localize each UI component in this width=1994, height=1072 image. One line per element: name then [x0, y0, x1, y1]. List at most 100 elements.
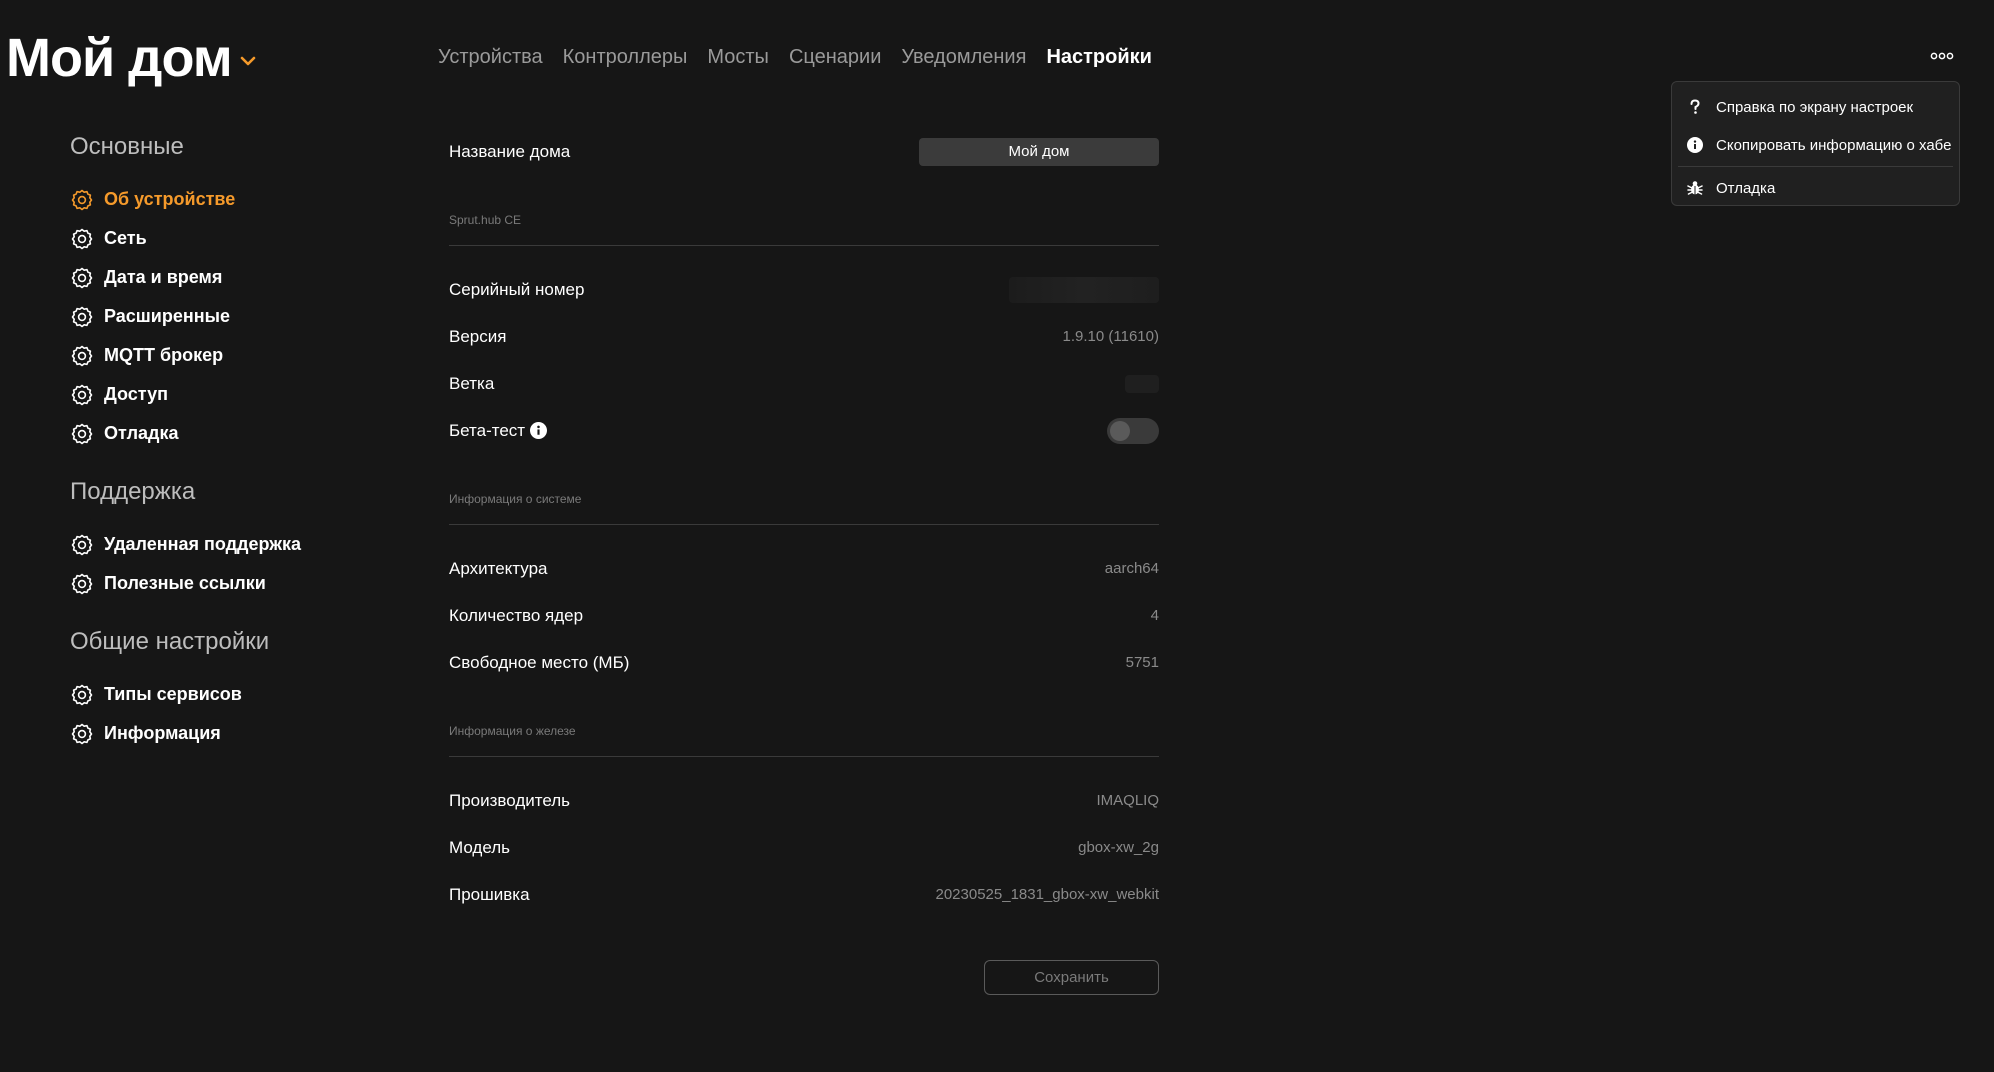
divider [449, 245, 1159, 246]
more-dots-icon [1930, 52, 1954, 60]
tab-controllers[interactable]: Контроллеры [563, 46, 688, 69]
gear-icon [71, 345, 93, 366]
serial-value-redacted [1009, 276, 1159, 303]
vendor-label: Производитель [449, 790, 571, 810]
settings-content: Название дома Мой дом Sprut.hub CE Серий… [449, 128, 1159, 995]
home-name-row: Название дома Мой дом [449, 128, 1159, 175]
bug-icon [1686, 179, 1704, 197]
info-icon [1686, 136, 1704, 154]
gear-icon [71, 573, 93, 594]
sidebar-item-useful-links[interactable]: Полезные ссылки [70, 564, 390, 603]
menu-item-copy-hub-info[interactable]: Скопировать информацию о хабе [1672, 126, 1959, 164]
divider [449, 524, 1159, 525]
beta-label: Бета-тест [449, 420, 526, 440]
branch-value-redacted [1125, 374, 1159, 393]
tab-scenarios[interactable]: Сценарии [789, 46, 881, 69]
sidebar-section-title: Поддержка [70, 478, 196, 505]
model-row: Модель gbox-xw_2g [449, 824, 1159, 871]
gear-icon [71, 423, 93, 444]
sidebar-item-label: Отладка [104, 423, 179, 443]
menu-item-debug[interactable]: Отладка [1672, 169, 1959, 207]
options-menu: Справка по экрану настроек Скопировать и… [1671, 81, 1960, 206]
sidebar-section-title: Общие настройки [70, 628, 270, 655]
sidebar-item-label: Дата и время [104, 267, 223, 287]
cores-label: Количество ядер [449, 605, 584, 625]
sidebar-item-information[interactable]: Информация [70, 714, 390, 753]
top-navigation: Устройства Контроллеры Мосты Сценарии Ув… [438, 46, 1152, 69]
home-name-label: Название дома [449, 141, 571, 161]
hardware-info-caption: Информация о железе [449, 724, 576, 738]
gear-icon [71, 228, 93, 249]
version-value: 1.9.10 (11610) [1062, 328, 1159, 345]
arch-label: Архитектура [449, 558, 548, 578]
settings-sidebar: Основные Об устройстве Сеть Дата и время… [70, 130, 390, 775]
info-icon[interactable] [530, 422, 548, 439]
sidebar-section-support: Поддержка Удаленная поддержка Полезные с… [70, 475, 390, 603]
sidebar-section-general: Общие настройки Типы сервисов Информация [70, 625, 390, 753]
hub-caption: Sprut.hub CE [449, 213, 522, 227]
sidebar-item-label: Сеть [104, 228, 147, 248]
sidebar-section-main: Основные Об устройстве Сеть Дата и время… [70, 130, 390, 453]
question-icon [1686, 98, 1704, 116]
gear-icon [71, 267, 93, 288]
home-title: Мой дом [6, 28, 233, 88]
sidebar-item-remote-support[interactable]: Удаленная поддержка [70, 525, 390, 564]
sidebar-section-title: Основные [70, 133, 184, 160]
app-root: Мой дом Устройства Контроллеры Мосты Сце… [0, 0, 1994, 1072]
menu-divider [1678, 166, 1953, 167]
sidebar-item-label: Расширенные [104, 306, 230, 326]
model-value: gbox-xw_2g [1078, 839, 1159, 856]
sidebar-item-date-time[interactable]: Дата и время [70, 258, 390, 297]
more-options-button[interactable] [1930, 48, 1954, 64]
cores-value: 4 [1150, 607, 1159, 624]
sidebar-item-service-types[interactable]: Типы сервисов [70, 675, 390, 714]
sidebar-item-network[interactable]: Сеть [70, 219, 390, 258]
free-space-row: Свободное место (МБ) 5751 [449, 639, 1159, 686]
vendor-value: IMAQLIQ [1096, 792, 1159, 809]
home-selector[interactable]: Мой дом [6, 28, 258, 88]
menu-item-settings-help[interactable]: Справка по экрану настроек [1672, 88, 1959, 126]
firmware-label: Прошивка [449, 884, 530, 904]
firmware-row: Прошивка 20230525_1831_gbox-xw_webkit [449, 871, 1159, 918]
tab-devices[interactable]: Устройства [438, 46, 543, 69]
menu-item-label: Скопировать информацию о хабе [1716, 136, 1952, 154]
home-name-input[interactable]: Мой дом [919, 137, 1159, 166]
save-button[interactable]: Сохранить [984, 960, 1159, 995]
system-info-caption: Информация о системе [449, 492, 582, 506]
tab-bridges[interactable]: Мосты [707, 46, 769, 69]
menu-item-label: Отладка [1716, 179, 1776, 197]
sidebar-item-access[interactable]: Доступ [70, 375, 390, 414]
chevron-down-icon [240, 56, 255, 66]
beta-toggle[interactable] [1107, 417, 1159, 444]
divider [449, 756, 1159, 757]
tab-settings[interactable]: Настройки [1046, 46, 1152, 69]
toggle-knob [1110, 420, 1130, 441]
serial-label: Серийный номер [449, 279, 585, 299]
cores-row: Количество ядер 4 [449, 592, 1159, 639]
gear-icon [71, 534, 93, 555]
sidebar-item-label: Об устройстве [104, 189, 236, 209]
sidebar-item-label: Удаленная поддержка [104, 534, 301, 554]
sidebar-item-debug[interactable]: Отладка [70, 414, 390, 453]
sidebar-item-mqtt-broker[interactable]: MQTT брокер [70, 336, 390, 375]
sidebar-item-label: Доступ [104, 384, 168, 404]
arch-row: Архитектура aarch64 [449, 545, 1159, 592]
gear-icon [71, 306, 93, 327]
menu-item-label: Справка по экрану настроек [1716, 98, 1914, 116]
vendor-row: Производитель IMAQLIQ [449, 777, 1159, 824]
sidebar-item-label: Информация [104, 723, 221, 743]
sidebar-item-label: Полезные ссылки [104, 573, 266, 593]
sidebar-item-label: Типы сервисов [104, 684, 242, 704]
gear-icon [71, 684, 93, 705]
free-space-value: 5751 [1125, 654, 1159, 671]
free-space-label: Свободное место (МБ) [449, 652, 630, 672]
serial-row: Серийный номер [449, 266, 1159, 313]
version-row: Версия 1.9.10 (11610) [449, 313, 1159, 360]
beta-label-wrap: Бета-тест [449, 420, 548, 441]
gear-icon [71, 189, 93, 210]
sidebar-item-label: MQTT брокер [104, 345, 224, 365]
tab-notifications[interactable]: Уведомления [901, 46, 1026, 69]
sidebar-item-about-device[interactable]: Об устройстве [70, 180, 390, 219]
sidebar-item-advanced[interactable]: Расширенные [70, 297, 390, 336]
beta-row: Бета-тест [449, 407, 1159, 454]
